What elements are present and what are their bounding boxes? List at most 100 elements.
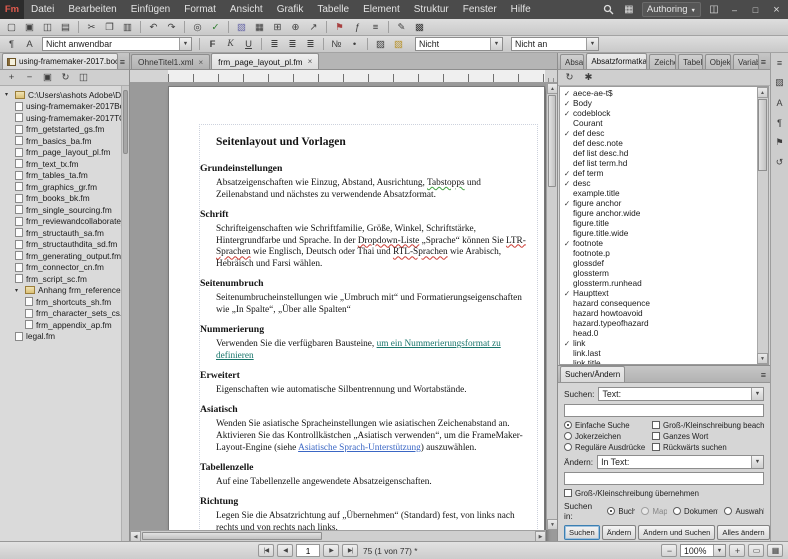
workspace-grid-icon[interactable]	[622, 4, 636, 15]
open-files-icon[interactable]: ▣	[39, 70, 56, 85]
panel-tab[interactable]: Zeiche	[649, 54, 676, 69]
paragraph-format-item[interactable]: glossterm.runhead	[560, 278, 756, 288]
radio-button[interactable]	[673, 507, 681, 515]
menu-item[interactable]: Tabelle	[310, 4, 356, 15]
zoom-level-combo[interactable]: 100%	[680, 544, 726, 557]
paragraph-format-item[interactable]: figure anchor.wide	[560, 208, 756, 218]
radio-button[interactable]	[724, 507, 732, 515]
refresh-catalog-icon[interactable]: ↻	[561, 70, 578, 85]
panel-tab[interactable]: Absat	[560, 54, 584, 69]
paragraph-format-item[interactable]: figure.title.wide	[560, 228, 756, 238]
find-option[interactable]: Rückwärts suchen	[652, 442, 764, 452]
zoom-out-button[interactable]	[661, 544, 677, 557]
find-icon[interactable]: ◎	[189, 20, 206, 35]
search-icon[interactable]	[602, 4, 616, 15]
paragraph-format-item[interactable]: def desc	[560, 128, 756, 138]
cross-reference-icon[interactable]: ↗	[305, 20, 322, 35]
menu-item[interactable]: Bearbeiten	[61, 4, 123, 15]
close-tab-icon[interactable]	[199, 58, 204, 67]
find-option[interactable]: Jokerzeichen	[564, 431, 648, 441]
expand-arrow-icon[interactable]	[5, 91, 12, 98]
scroll-down-icon[interactable]	[547, 519, 557, 530]
scrollbar-thumb[interactable]	[123, 90, 128, 154]
grid-view-button[interactable]	[767, 544, 783, 557]
first-page-button[interactable]	[258, 544, 274, 557]
panel-tab[interactable]: Tabell	[678, 54, 703, 69]
expand-arrow-icon[interactable]	[15, 287, 22, 294]
panel-tab[interactable]: Objekt	[705, 54, 731, 69]
change-and-find-button[interactable]: Ändern und Suchen	[638, 525, 715, 540]
undo-icon[interactable]: ↶	[145, 20, 162, 35]
hyperlink-icon[interactable]: ⊕	[287, 20, 304, 35]
zoom-in-button[interactable]	[729, 544, 745, 557]
previous-page-button[interactable]	[277, 544, 293, 557]
paragraph-format-item[interactable]: def desc.note	[560, 138, 756, 148]
paragraph-format-item[interactable]: hazard consequence	[560, 298, 756, 308]
book-tree-item[interactable]: frm_getstarted_gs.fm	[0, 124, 121, 136]
find-option[interactable]: Reguläre Ausdrücke	[564, 442, 648, 452]
catalog-scrollbar[interactable]	[757, 87, 768, 364]
book-tree-item[interactable]: frm_basics_ba.fm	[0, 135, 121, 147]
document-tab[interactable]: OhneTitel1.xml	[131, 54, 210, 69]
paragraph-format-item[interactable]: hazard howtoavoid	[560, 308, 756, 318]
checkbox[interactable]	[652, 421, 660, 429]
paragraph-format-item[interactable]: example.title	[560, 188, 756, 198]
next-page-button[interactable]	[323, 544, 339, 557]
scope-option[interactable]: Auswahl	[724, 506, 764, 516]
paragraph-format-item[interactable]: footnote	[560, 238, 756, 248]
radio-button[interactable]	[607, 507, 615, 515]
italic-icon[interactable]: K	[222, 37, 239, 52]
change-all-button[interactable]: Alles ändern	[717, 525, 769, 540]
scope-option[interactable]: Map	[641, 506, 667, 516]
book-tree-item[interactable]: Anhang frm_references_re.fm	[0, 285, 121, 297]
align-left-icon[interactable]: ≣	[266, 37, 283, 52]
last-page-button[interactable]	[342, 544, 358, 557]
print-icon[interactable]: ▤	[57, 20, 74, 35]
character-panel-icon[interactable]: A	[773, 96, 787, 109]
scope-option[interactable]: Dokument	[673, 506, 718, 516]
paragraph-format-item[interactable]: Haupttext	[560, 288, 756, 298]
variable-icon[interactable]: ƒ	[349, 20, 366, 35]
paragraph-format-item[interactable]: def list term.hd	[560, 158, 756, 168]
find-option[interactable]: Einfache Suche	[564, 420, 648, 430]
panel-menu-icon[interactable]: ≡	[773, 56, 787, 69]
align-center-icon[interactable]: ≣	[284, 37, 301, 52]
scrollbar-thumb[interactable]	[548, 95, 556, 187]
scroll-right-icon[interactable]	[535, 531, 546, 541]
book-tree-item[interactable]: frm_books_bk.fm	[0, 193, 121, 205]
menu-item[interactable]: Einfügen	[124, 4, 177, 15]
book-tree-item[interactable]: frm_tables_ta.fm	[0, 170, 121, 182]
copy-icon[interactable]: ❐	[101, 20, 118, 35]
workspace-switcher[interactable]: Authoring	[642, 2, 701, 17]
book-tab[interactable]: using-framemaker-2017.book	[2, 53, 118, 69]
find-option[interactable]: Ganzes Wort	[652, 431, 764, 441]
marker-icon[interactable]: ⚑	[331, 20, 348, 35]
paragraph-format-item[interactable]: codeblock	[560, 108, 756, 118]
paragraph-format-item[interactable]: link	[560, 338, 756, 348]
find-change-tab[interactable]: Suchen/Ändern	[560, 366, 625, 382]
scroll-down-icon[interactable]	[757, 353, 768, 364]
scroll-up-icon[interactable]	[547, 83, 557, 94]
document-tab[interactable]: frm_page_layout_pl.fm	[211, 53, 319, 69]
redo-icon[interactable]: ↷	[163, 20, 180, 35]
panel-tab[interactable]: Variab	[733, 54, 759, 69]
panel-menu-icon[interactable]	[759, 370, 770, 382]
condition-tag-combo[interactable]: Nicht	[415, 37, 503, 51]
book-tree-item[interactable]: using-framemaker-2017TOC.fm	[0, 112, 121, 124]
scroll-up-icon[interactable]	[757, 87, 768, 98]
paragraph-format-item[interactable]: aece-ae-t$	[560, 88, 756, 98]
checkbox[interactable]	[564, 489, 572, 497]
paragraph-format-item[interactable]: link.last	[560, 348, 756, 358]
book-tree-item[interactable]: using-framemaker-2017BookTi	[0, 101, 121, 113]
app-logo[interactable]: Fm	[0, 0, 24, 19]
paragraph-format-item[interactable]: hazard.typeofhazard	[560, 318, 756, 328]
conditional-text-icon[interactable]: ≡	[367, 20, 384, 35]
bold-icon[interactable]: F	[204, 37, 221, 52]
book-tree-item[interactable]: frm_generating_output.fm	[0, 250, 121, 262]
paragraph-format-item[interactable]: def term	[560, 168, 756, 178]
open-document-icon[interactable]: ▣	[21, 20, 38, 35]
book-tree-item[interactable]: frm_structauthdita_sd.fm	[0, 239, 121, 251]
radio-button[interactable]	[564, 421, 572, 429]
book-tree-item[interactable]: frm_page_layout_pl.fm	[0, 147, 121, 159]
search-input[interactable]	[564, 404, 764, 417]
